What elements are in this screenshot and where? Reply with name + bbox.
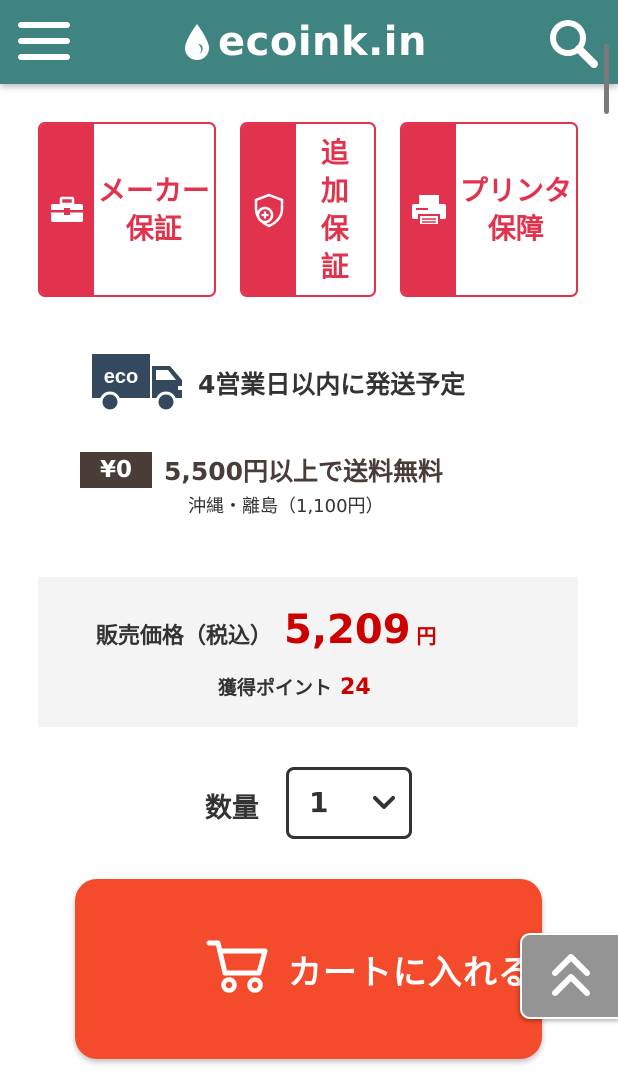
menu-button[interactable] (18, 22, 70, 60)
price-unit: 円 (416, 624, 437, 648)
truck-label: eco (104, 366, 138, 388)
quantity-label: 数量 (205, 793, 259, 824)
quantity-value: 1 (309, 786, 329, 819)
points-label: 獲得ポイント (218, 677, 333, 699)
warranty-card-label: 追加保証 (320, 135, 349, 283)
site-header: ecoink.in (0, 0, 618, 84)
shipping-info: eco 4営業日以内に発送予定 (90, 352, 465, 414)
truck-icon: eco (92, 354, 182, 413)
cart-icon (206, 940, 268, 993)
toolbox-icon (51, 196, 83, 222)
remote-shipping-note: 沖縄・離島（1,100円） (188, 496, 384, 517)
warranty-card-additional[interactable]: 追加保証 (240, 122, 376, 297)
double-chevron-up-icon (552, 954, 590, 996)
logo-text: ecoink.in (218, 19, 427, 65)
quantity-select[interactable]: 1 (286, 767, 412, 839)
page-scrollbar[interactable] (604, 44, 609, 114)
chevron-down-icon (373, 796, 395, 809)
shipping-text: 4営業日以内に発送予定 (198, 370, 466, 399)
card-icon-strip (242, 124, 296, 295)
warranty-card-maker[interactable]: メーカー保証 (38, 122, 216, 297)
price-label: 販売価格（税込） (96, 624, 273, 649)
points-value: 24 (340, 675, 371, 700)
hamburger-menu-icon (18, 22, 70, 28)
search-button[interactable] (546, 16, 600, 70)
site-logo[interactable]: ecoink.in (182, 18, 427, 66)
free-shipping-badge: ¥0 (80, 452, 152, 488)
ink-drop-icon (185, 24, 209, 60)
free-shipping-text: 5,500円以上で送料無料 (164, 457, 444, 486)
warranty-card-label: メーカー保証 (98, 173, 211, 245)
price-value: 5,209 (284, 607, 411, 653)
back-to-top-button[interactable] (520, 933, 618, 1019)
free-shipping-info: ¥0 5,500円以上で送料無料 (80, 452, 443, 488)
hamburger-menu-icon-bar (18, 54, 70, 60)
card-icon-strip (402, 124, 456, 295)
add-to-cart-button[interactable]: カートに入れる (75, 879, 542, 1059)
price-box: 販売価格（税込） 5,209 円 獲得ポイント 24 (38, 577, 578, 727)
search-icon (550, 20, 598, 68)
printer-icon (412, 194, 446, 226)
shield-plus-icon (254, 193, 284, 227)
card-icon-strip (40, 124, 94, 295)
add-to-cart-label: カートに入れる (288, 953, 533, 993)
warranty-card-label: プリンタ保障 (460, 173, 573, 245)
hamburger-menu-icon-bar (18, 38, 70, 44)
warranty-card-printer[interactable]: プリンタ保障 (400, 122, 578, 297)
